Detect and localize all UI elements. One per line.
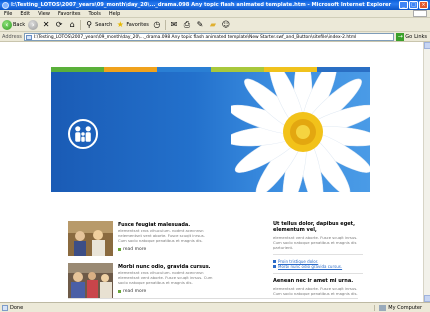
menu-favorites[interactable]: Favorites bbox=[58, 11, 81, 17]
footer-divider bbox=[68, 298, 358, 299]
article-1-readmore-label: read more bbox=[123, 247, 147, 252]
window-title: I:\Testing_LOTOS\2007_years\09_month\day… bbox=[11, 2, 392, 8]
minimize-button[interactable]: _ bbox=[399, 1, 408, 9]
link-bullet-icon bbox=[273, 265, 276, 268]
address-value: I:\Testing_LOTOS\2007_years\09_month\day… bbox=[33, 34, 357, 40]
right-title-2: Aenean nec ir amet mi urna. bbox=[273, 278, 354, 284]
menu-file[interactable]: File bbox=[4, 11, 12, 17]
print-icon[interactable]: ⎙ bbox=[182, 20, 192, 30]
address-label: Address bbox=[2, 33, 22, 40]
back-arrow-icon: ‹ bbox=[2, 19, 12, 30]
go-arrow-icon: → bbox=[396, 32, 405, 41]
address-bar: Address I:\Testing_LOTOS\2007_years\09_m… bbox=[0, 32, 430, 42]
scroll-up-icon[interactable] bbox=[424, 42, 430, 49]
website: Fusce feugiat malesuada. elementsnt cros… bbox=[51, 67, 371, 302]
menu-help[interactable]: Help bbox=[109, 11, 120, 17]
computer-icon bbox=[379, 304, 387, 311]
go-label: Go bbox=[405, 33, 413, 40]
security-zone: My Computer bbox=[374, 304, 430, 311]
article-2-photo bbox=[68, 263, 113, 298]
menu-tools[interactable]: Tools bbox=[89, 11, 101, 17]
star-icon: ★ bbox=[116, 19, 124, 29]
zone-label: My Computer bbox=[388, 304, 422, 311]
bullet-icon bbox=[118, 290, 121, 293]
status-text: Done bbox=[10, 304, 24, 311]
right-body: elementsnt vent aborte. Fusce scuqit inr… bbox=[273, 235, 358, 250]
back-button[interactable]: ‹ Back bbox=[2, 19, 25, 30]
edit-icon[interactable]: ✎ bbox=[195, 20, 205, 30]
favorites-label: Favorites bbox=[126, 21, 149, 28]
bullet-icon bbox=[118, 248, 121, 251]
right-column: Ut tellus dolor, dapibus eget, elementum… bbox=[273, 221, 363, 296]
done-page-icon bbox=[2, 304, 8, 311]
forward-button[interactable]: › bbox=[28, 19, 39, 30]
article-1-readmore-link[interactable]: read more bbox=[118, 247, 213, 252]
right-body-2: elementsnt vent aborte. Fusce scuqit inr… bbox=[273, 286, 358, 296]
menu-edit[interactable]: Edit bbox=[20, 11, 30, 17]
search-label: Search bbox=[95, 21, 113, 28]
mail-icon[interactable]: ✉ bbox=[169, 20, 179, 30]
article-1-body: elementsnt cros vihuculum. nodmt acecnns… bbox=[118, 228, 205, 243]
vertical-scrollbar[interactable] bbox=[423, 42, 430, 302]
menu-bar: File Edit View Favorites Tools Help bbox=[0, 10, 430, 18]
home-icon[interactable]: ⌂ bbox=[67, 20, 77, 30]
back-label: Back bbox=[13, 21, 26, 28]
maximize-button[interactable]: □ bbox=[409, 1, 418, 9]
page-viewport: Fusce feugiat malesuada. elementsnt cros… bbox=[0, 42, 423, 302]
status-bar: Done My Computer bbox=[0, 302, 430, 312]
window-titlebar: I:\Testing_LOTOS\2007_years\09_month\day… bbox=[0, 0, 430, 10]
scroll-down-icon[interactable] bbox=[424, 295, 430, 302]
close-button[interactable]: × bbox=[419, 1, 428, 9]
right-link-2[interactable]: Morbi nunc odio gravida cursus. bbox=[273, 264, 363, 269]
hero-banner bbox=[51, 72, 370, 192]
ie-icon bbox=[2, 1, 9, 9]
messenger-icon[interactable]: ☺ bbox=[221, 20, 231, 30]
links-button[interactable]: Links bbox=[414, 34, 427, 40]
go-button[interactable]: → Go bbox=[396, 32, 413, 41]
favorites-button[interactable]: ★ Favorites bbox=[115, 19, 149, 30]
windows-logo-icon bbox=[413, 10, 427, 17]
forward-arrow-icon: › bbox=[28, 19, 39, 30]
search-button[interactable]: ⚲ Search bbox=[84, 19, 112, 30]
right-title: Ut tellus dolor, dapibus eget, elementum… bbox=[273, 221, 355, 233]
history-icon[interactable]: ◷ bbox=[152, 20, 162, 30]
folder-icon[interactable]: ▰ bbox=[208, 20, 218, 30]
article-1-photo bbox=[68, 221, 113, 256]
address-input[interactable]: I:\Testing_LOTOS\2007_years\09_month\day… bbox=[23, 32, 395, 41]
refresh-icon[interactable]: ⟳ bbox=[54, 20, 64, 30]
article-2-readmore-link[interactable]: read more bbox=[118, 289, 213, 294]
family-logo-icon[interactable] bbox=[68, 119, 98, 149]
page-icon bbox=[25, 34, 32, 40]
article-2-readmore-label: read more bbox=[123, 289, 147, 294]
menu-view[interactable]: View bbox=[38, 11, 50, 17]
stop-icon[interactable]: ✕ bbox=[41, 20, 51, 30]
search-icon: ⚲ bbox=[86, 19, 93, 29]
article-2-body: elementsnt cros vihuculum. nodmt acecnns… bbox=[118, 270, 213, 285]
right-link-2-label: Morbi nunc odio gravida cursus. bbox=[278, 264, 343, 269]
daisy-flower-image bbox=[231, 72, 370, 192]
link-bullet-icon bbox=[273, 260, 276, 263]
toolbar: ‹ Back › ✕ ⟳ ⌂ ⚲ Search ★ Favorites ◷ ✉ … bbox=[0, 18, 430, 32]
